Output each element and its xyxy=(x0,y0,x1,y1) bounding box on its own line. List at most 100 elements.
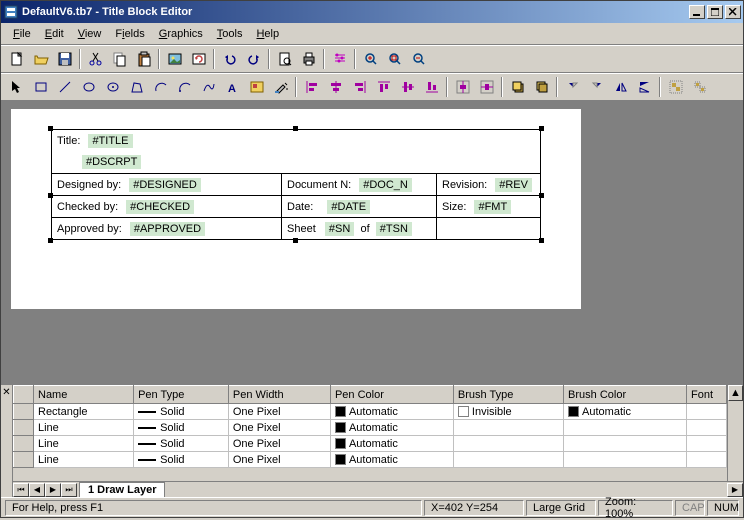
align-bottom-button[interactable] xyxy=(420,76,443,98)
align-top-button[interactable] xyxy=(372,76,395,98)
col-name[interactable]: Name xyxy=(34,386,134,404)
arc2-tool[interactable] xyxy=(173,76,196,98)
refresh-button[interactable] xyxy=(187,48,210,70)
copy-button[interactable] xyxy=(108,48,131,70)
bring-front-button[interactable] xyxy=(506,76,529,98)
menubar: File Edit View Fields Graphics Tools Hel… xyxy=(1,23,743,45)
title-block[interactable]: Title:#TITLE #DSCRPT Designed by:#DESIGN… xyxy=(51,129,541,240)
grid-row[interactable]: Rectangle Solid One Pixel Automatic Invi… xyxy=(14,404,727,420)
object-grid[interactable]: Name Pen Type Pen Width Pen Color Brush … xyxy=(13,385,743,481)
scroll-right-button[interactable]: ▶ xyxy=(727,483,743,497)
arc-tool[interactable] xyxy=(149,76,172,98)
text-tool[interactable]: A xyxy=(221,76,244,98)
status-coords: X=402 Y=254 xyxy=(424,500,524,516)
size-label: Size: xyxy=(442,201,466,213)
image-button[interactable] xyxy=(163,48,186,70)
designed-field[interactable]: #DESIGNED xyxy=(129,178,201,192)
rotate-left-button[interactable] xyxy=(561,76,584,98)
col-font[interactable]: Font xyxy=(687,386,727,404)
toolbar-drawing: A xyxy=(1,73,743,101)
tab-first-button[interactable]: ⏮ xyxy=(13,483,29,497)
descr-field[interactable]: #DSCRPT xyxy=(82,155,141,169)
menu-graphics[interactable]: Graphics xyxy=(153,26,209,42)
panel-close-button[interactable]: ✕ xyxy=(1,385,13,497)
menu-fields[interactable]: Fields xyxy=(109,26,150,42)
status-cap: CAP xyxy=(675,500,705,516)
maximize-button[interactable] xyxy=(707,5,723,19)
statusbar: For Help, press F1 X=402 Y=254 Large Gri… xyxy=(1,497,743,517)
checked-field[interactable]: #CHECKED xyxy=(126,200,194,214)
col-brushcolor[interactable]: Brush Color xyxy=(564,386,687,404)
ellipse-center-tool[interactable] xyxy=(101,76,124,98)
menu-edit[interactable]: Edit xyxy=(39,26,70,42)
select-tool[interactable] xyxy=(5,76,28,98)
menu-view[interactable]: View xyxy=(72,26,108,42)
tab-prev-button[interactable]: ◀ xyxy=(29,483,45,497)
line-tool[interactable] xyxy=(53,76,76,98)
flip-v-button[interactable] xyxy=(633,76,656,98)
tab-next-button[interactable]: ▶ xyxy=(45,483,61,497)
grid-row[interactable]: Line Solid One Pixel Automatic xyxy=(14,420,727,436)
new-button[interactable] xyxy=(5,48,28,70)
undo-button[interactable] xyxy=(218,48,241,70)
layer-tab[interactable]: 1 Draw Layer xyxy=(79,482,165,498)
grid-row[interactable]: Line Solid One Pixel Automatic xyxy=(14,436,727,452)
curve-tool[interactable] xyxy=(197,76,220,98)
col-pentype[interactable]: Pen Type xyxy=(134,386,229,404)
zoom-fit-button[interactable] xyxy=(383,48,406,70)
menu-file[interactable]: File xyxy=(7,26,37,42)
fill-tool[interactable] xyxy=(245,76,268,98)
sheet-of: of xyxy=(360,223,369,235)
group-button[interactable] xyxy=(664,76,687,98)
send-back-button[interactable] xyxy=(530,76,553,98)
ungroup-button[interactable] xyxy=(688,76,711,98)
menu-tools[interactable]: Tools xyxy=(211,26,249,42)
status-grid: Large Grid xyxy=(526,500,596,516)
polygon-tool[interactable] xyxy=(125,76,148,98)
preview-button[interactable] xyxy=(273,48,296,70)
rectangle-tool[interactable] xyxy=(29,76,52,98)
grid-vertical-scrollbar[interactable]: ▲ xyxy=(727,385,743,481)
flip-h-button[interactable] xyxy=(609,76,632,98)
zoom-out-button[interactable] xyxy=(407,48,430,70)
col-pencolor[interactable]: Pen Color xyxy=(330,386,453,404)
grid-row[interactable]: Line Solid One Pixel Automatic xyxy=(14,452,727,468)
document-label: Document N: xyxy=(287,179,351,191)
workspace[interactable]: Title:#TITLE #DSCRPT Designed by:#DESIGN… xyxy=(1,101,743,383)
align-right-button[interactable] xyxy=(348,76,371,98)
cut-button[interactable] xyxy=(84,48,107,70)
date-field[interactable]: #DATE xyxy=(327,200,370,214)
rotate-right-button[interactable] xyxy=(585,76,608,98)
redo-button[interactable] xyxy=(242,48,265,70)
align-left-button[interactable] xyxy=(300,76,323,98)
approved-field[interactable]: #APPROVED xyxy=(130,222,205,236)
save-button[interactable] xyxy=(53,48,76,70)
open-button[interactable] xyxy=(29,48,52,70)
sheet-n-field[interactable]: #SN xyxy=(325,222,354,236)
color-tool[interactable] xyxy=(269,76,292,98)
col-penwidth[interactable]: Pen Width xyxy=(228,386,330,404)
sheet-total-field[interactable]: #TSN xyxy=(376,222,412,236)
align-center-h-button[interactable] xyxy=(324,76,347,98)
center-page-h-button[interactable] xyxy=(451,76,474,98)
window-title: DefaultV6.tb7 - Title Block Editor xyxy=(22,6,689,18)
title-field[interactable]: #TITLE xyxy=(88,134,132,148)
revision-field[interactable]: #REV xyxy=(495,178,532,192)
properties-button[interactable] xyxy=(328,48,351,70)
drawing-canvas[interactable]: Title:#TITLE #DSCRPT Designed by:#DESIGN… xyxy=(11,109,581,309)
close-button[interactable] xyxy=(725,5,741,19)
align-middle-button[interactable] xyxy=(396,76,419,98)
title-label: Title: xyxy=(57,135,80,147)
zoom-in-button[interactable] xyxy=(359,48,382,70)
minimize-button[interactable] xyxy=(689,5,705,19)
tab-last-button[interactable]: ⏭ xyxy=(61,483,77,497)
app-window: DefaultV6.tb7 - Title Block Editor File … xyxy=(0,0,744,518)
ellipse-tool[interactable] xyxy=(77,76,100,98)
col-brushtype[interactable]: Brush Type xyxy=(453,386,563,404)
document-field[interactable]: #DOC_N xyxy=(359,178,412,192)
print-button[interactable] xyxy=(297,48,320,70)
paste-button[interactable] xyxy=(132,48,155,70)
size-field[interactable]: #FMT xyxy=(474,200,511,214)
menu-help[interactable]: Help xyxy=(250,26,285,42)
center-page-v-button[interactable] xyxy=(475,76,498,98)
